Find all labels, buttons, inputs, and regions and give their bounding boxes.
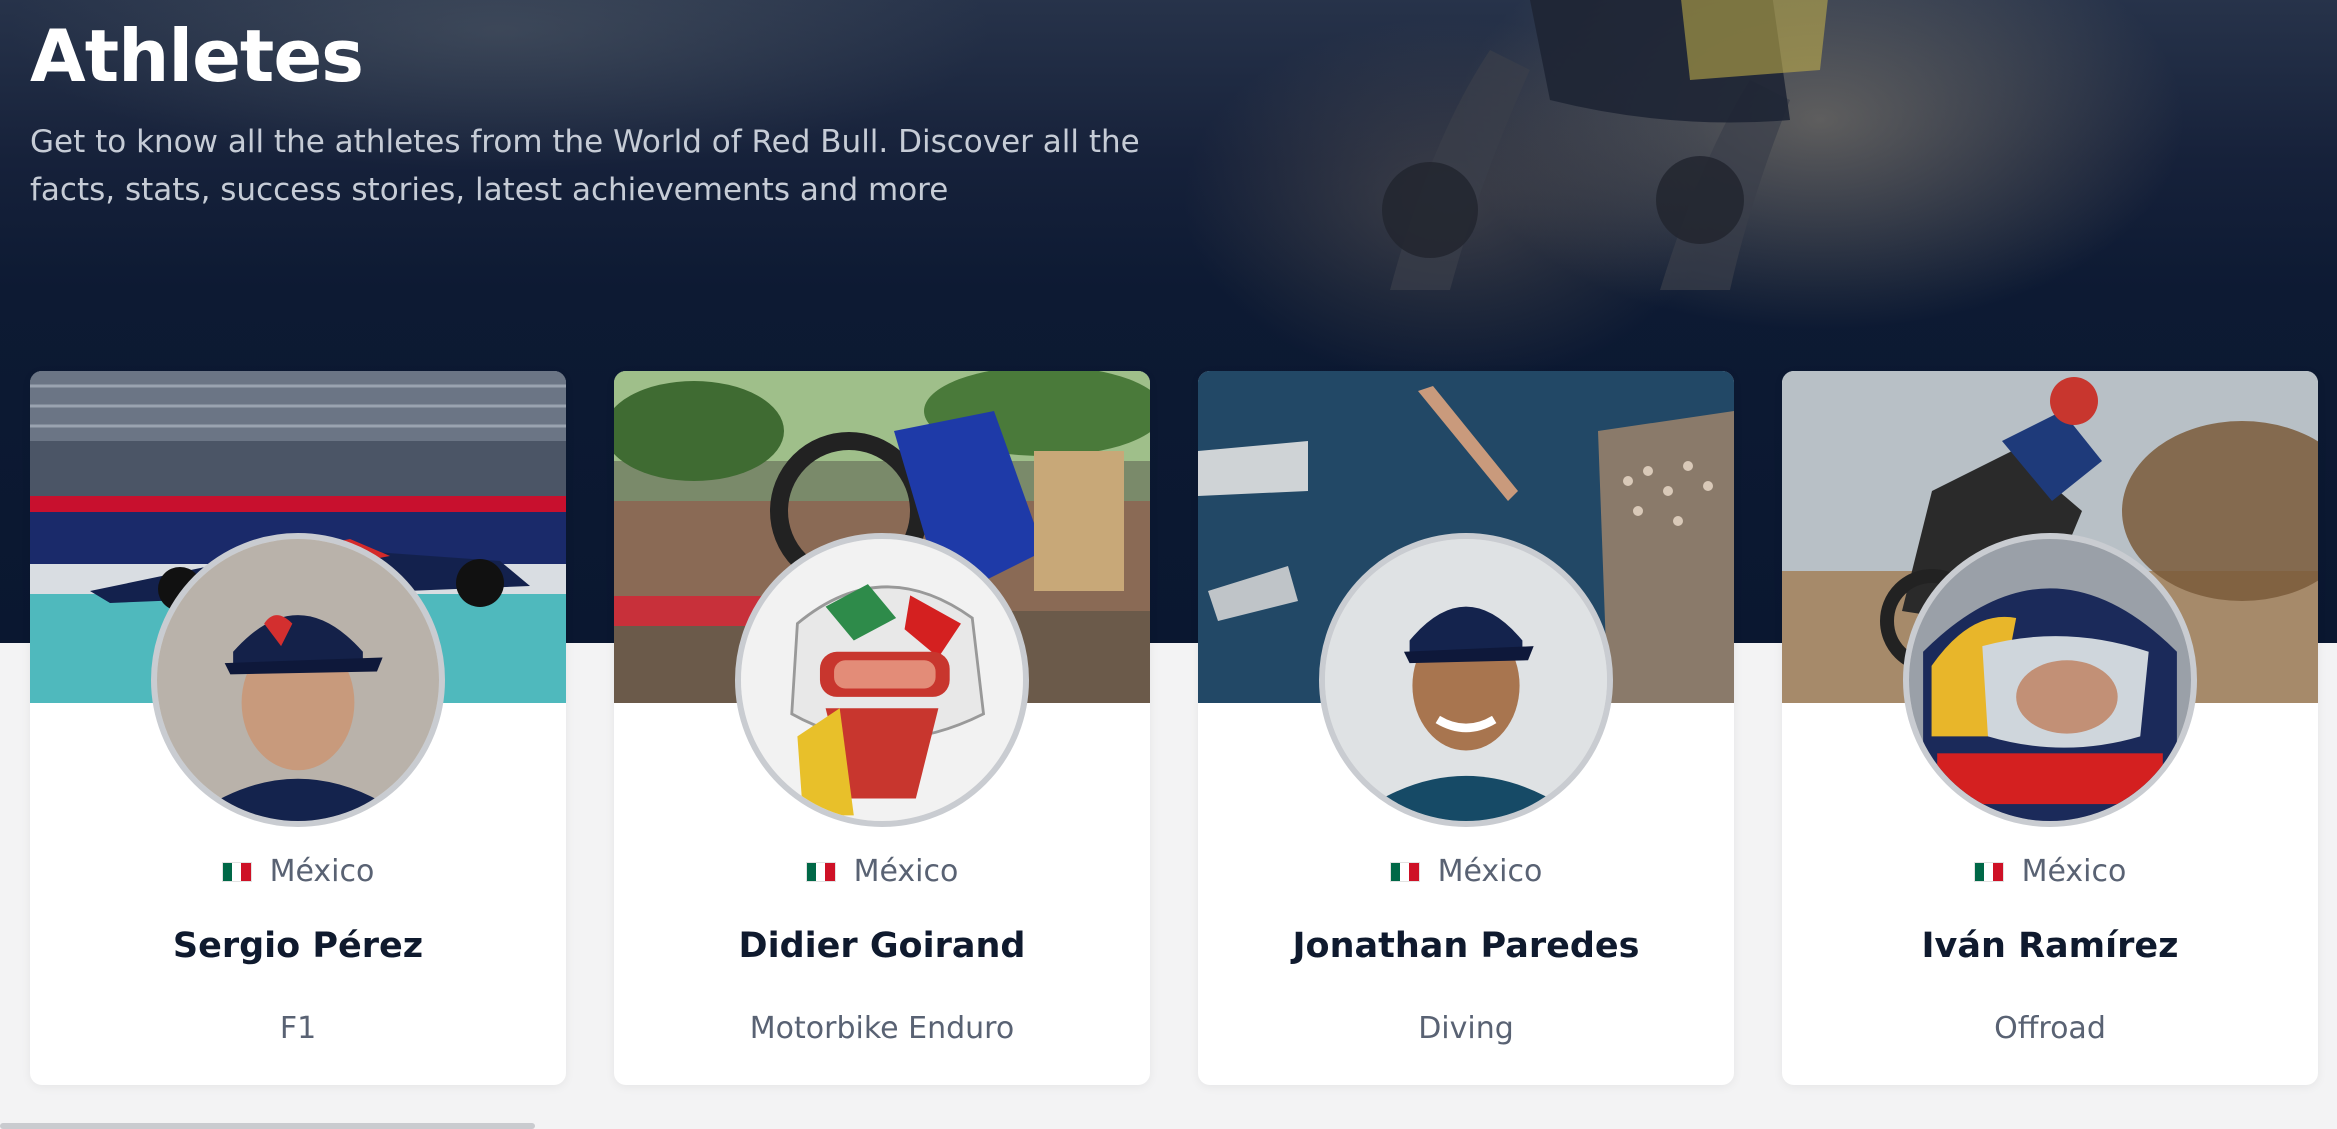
athlete-card[interactable]: México Jonathan Paredes Diving — [1198, 371, 1734, 1085]
athlete-portrait-image — [1325, 539, 1607, 821]
country-label: México — [269, 854, 375, 889]
athlete-name[interactable]: Didier Goirand — [614, 926, 1150, 966]
athlete-country: México — [1782, 854, 2318, 889]
athlete-name[interactable]: Sergio Pérez — [30, 926, 566, 966]
athlete-card[interactable]: México Sergio Pérez F1 — [30, 371, 566, 1085]
page-title: Athletes — [30, 14, 364, 98]
mexico-flag-icon — [805, 861, 836, 882]
page-subtitle: Get to know all the athletes from the Wo… — [30, 124, 1140, 208]
athlete-avatar — [151, 533, 445, 827]
country-label: México — [2021, 854, 2127, 889]
athlete-portrait-image — [1909, 539, 2191, 821]
athlete-sport: F1 — [279, 1011, 317, 1046]
country-label: México — [853, 854, 959, 889]
hero-cyclist-image — [1382, 0, 1828, 290]
mexico-flag-icon — [1973, 861, 2004, 882]
athlete-country: México — [614, 854, 1150, 889]
mexico-flag-icon — [221, 861, 252, 882]
athlete-card[interactable]: México Didier Goirand Motorbike Enduro — [614, 371, 1150, 1085]
athlete-name[interactable]: Iván Ramírez — [1782, 926, 2318, 966]
athlete-sport: Diving — [1418, 1011, 1514, 1046]
athlete-sport: Motorbike Enduro — [749, 1011, 1015, 1046]
athlete-avatar — [1903, 533, 2197, 827]
athlete-country: México — [30, 854, 566, 889]
athlete-avatar — [735, 533, 1029, 827]
athlete-portrait-image — [157, 539, 439, 821]
athlete-sport: Offroad — [1994, 1011, 2106, 1046]
mexico-flag-icon — [1389, 861, 1420, 882]
athlete-card[interactable]: México Iván Ramírez Offroad — [1782, 371, 2318, 1085]
country-label: México — [1437, 854, 1543, 889]
horizontal-scrollbar[interactable] — [0, 1123, 535, 1129]
athlete-name[interactable]: Jonathan Paredes — [1198, 926, 1734, 966]
athlete-country: México — [1198, 854, 1734, 889]
athlete-portrait-image — [741, 539, 1023, 821]
athlete-avatar — [1319, 533, 1613, 827]
